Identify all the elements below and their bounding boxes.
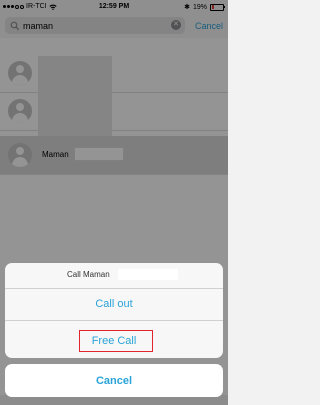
call-out-button[interactable]: Call out xyxy=(5,288,223,321)
highlight-box xyxy=(79,330,153,352)
redacted-title-block xyxy=(118,269,178,280)
action-sheet-title-row: Call Maman xyxy=(5,263,223,289)
action-sheet-title: Call Maman xyxy=(67,270,110,279)
cancel-button[interactable]: Cancel xyxy=(5,364,223,397)
action-sheet: Call Maman Call out Free Call xyxy=(5,263,223,358)
